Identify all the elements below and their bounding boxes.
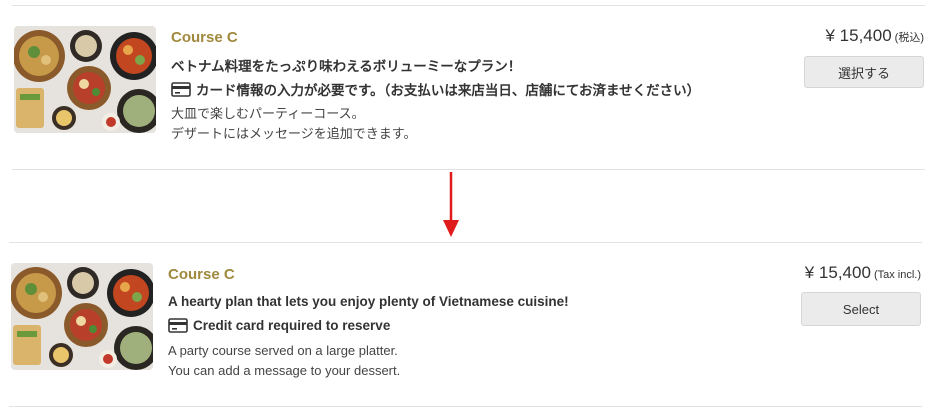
food-photo-image bbox=[14, 26, 156, 133]
card-required-notice: Credit card required to reserve bbox=[168, 318, 390, 333]
course-title: Course C bbox=[171, 29, 238, 46]
description-line: 大皿で楽しむパーティーコース。 bbox=[171, 106, 365, 121]
course-card-english: Course C A hearty plan that lets you enj… bbox=[0, 250, 937, 390]
credit-card-icon bbox=[168, 318, 188, 333]
food-photo-image bbox=[11, 263, 153, 370]
course-photo bbox=[11, 263, 153, 370]
course-price: ¥ 15,400 (税込) bbox=[825, 26, 924, 46]
course-headline: ベトナム料理をたっぷり味わえるボリューミーなプラン！ bbox=[171, 59, 522, 74]
divider-top bbox=[12, 5, 925, 6]
course-card-japanese: Course C ベトナム料理をたっぷり味わえるボリューミーなプラン！ カード情… bbox=[0, 12, 937, 152]
divider-bottom bbox=[9, 406, 922, 407]
price-amount: ¥ 15,400 bbox=[825, 26, 892, 45]
tax-note: (税込) bbox=[894, 32, 924, 44]
description-line: デザートにはメッセージを追加できます。 bbox=[171, 126, 417, 141]
course-headline: A hearty plan that lets you enjoy plenty… bbox=[168, 294, 569, 309]
card-required-text: カード情報の入力が必要です。（お支払いは来店当日、店舗にてお済ませください） bbox=[196, 83, 701, 98]
divider-bottom-card-top bbox=[9, 242, 922, 243]
divider-top-card-bottom bbox=[12, 169, 925, 170]
course-title: Course C bbox=[168, 266, 235, 283]
card-required-text: Credit card required to reserve bbox=[193, 318, 391, 333]
credit-card-icon bbox=[171, 81, 191, 97]
course-description: A party course served on a large platter… bbox=[168, 341, 400, 381]
select-button[interactable]: Select bbox=[801, 292, 921, 326]
price-amount: ¥ 15,400 bbox=[804, 263, 871, 282]
description-line: You can add a message to your dessert. bbox=[168, 363, 401, 378]
card-required-notice: カード情報の入力が必要です。（お支払いは来店当日、店舗にてお済ませください） bbox=[171, 79, 700, 99]
select-button[interactable]: 選択する bbox=[804, 56, 924, 88]
course-photo bbox=[14, 26, 156, 133]
course-description: 大皿で楽しむパーティーコース。 デザートにはメッセージを追加できます。 bbox=[171, 104, 416, 144]
course-price: ¥ 15,400 (Tax incl.) bbox=[805, 263, 921, 283]
description-line: A party course served on a large platter… bbox=[168, 343, 398, 358]
down-arrow-icon bbox=[443, 172, 459, 237]
tax-note: (Tax incl.) bbox=[873, 269, 921, 281]
